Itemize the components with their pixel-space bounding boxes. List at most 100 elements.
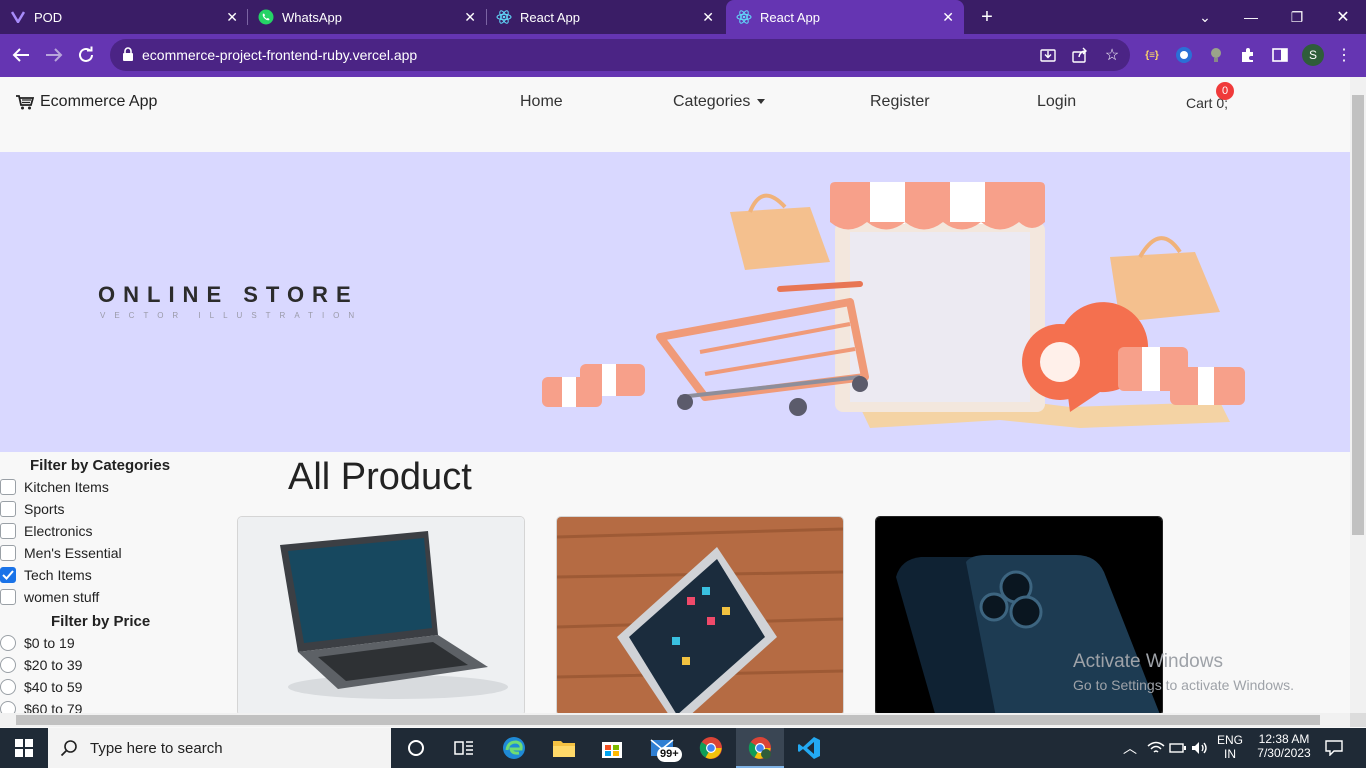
category-label: Electronics	[24, 523, 93, 539]
close-icon[interactable]: ✕	[226, 9, 238, 26]
radio-button[interactable]	[0, 701, 16, 713]
price-filter-0-19[interactable]: $0 to 19	[0, 633, 75, 653]
category-filter-kitchen[interactable]: Kitchen Items	[0, 477, 109, 497]
category-filter-sports[interactable]: Sports	[0, 499, 64, 519]
json-extension-icon[interactable]: {≡}	[1142, 45, 1162, 65]
tab-pod[interactable]: POD ✕	[10, 0, 248, 34]
products-heading: All Product	[288, 456, 472, 498]
vertical-scrollbar[interactable]	[1350, 77, 1366, 713]
file-explorer-icon[interactable]	[550, 734, 578, 762]
chrome-menu-icon[interactable]: ⋮	[1334, 45, 1354, 65]
horizontal-scrollbar[interactable]	[0, 713, 1350, 727]
browser-tab-bar: POD ✕ WhatsApp ✕ React App ✕ React App ✕…	[0, 0, 1366, 34]
edge-browser-icon[interactable]	[500, 734, 528, 762]
tab-whatsapp[interactable]: WhatsApp ✕	[258, 0, 486, 34]
brand-name: Ecommerce App	[40, 93, 158, 110]
category-filter-tech-items[interactable]: Tech Items	[0, 565, 92, 585]
checkmark-icon	[2, 570, 14, 580]
tab-title: React App	[760, 9, 820, 25]
volume-icon[interactable]	[1186, 734, 1214, 762]
restore-button[interactable]: ❐	[1274, 0, 1320, 34]
tab-title: WhatsApp	[282, 9, 342, 25]
nav-categories-dropdown[interactable]: Categories	[673, 93, 765, 111]
web-page: Ecommerce App Home Categories Register L…	[0, 77, 1350, 713]
nav-login-link[interactable]: Login	[1037, 93, 1076, 111]
side-panel-icon[interactable]	[1270, 45, 1290, 65]
windows-taskbar: Type here to search 99+ ︿ ENG IN 12:38 A…	[0, 728, 1366, 768]
reload-icon[interactable]	[75, 44, 97, 66]
bookmark-star-icon[interactable]: ☆	[1102, 45, 1122, 65]
puzzle-extensions-icon[interactable]	[1238, 45, 1258, 65]
nav-home-link[interactable]: Home	[520, 93, 563, 111]
category-label: Kitchen Items	[24, 479, 109, 495]
address-bar[interactable]: ecommerce-project-frontend-ruby.vercel.a…	[110, 39, 1130, 71]
hero-subtitle: VECTOR ILLUSTRATION	[100, 311, 364, 320]
activate-windows-title: Activate Windows	[1073, 651, 1223, 672]
tab-search-chevron-icon[interactable]: ⌄	[1182, 0, 1228, 34]
price-filter-60-79[interactable]: $60 to 79	[0, 699, 82, 713]
checkbox-checked[interactable]	[0, 567, 16, 583]
chevron-up-icon[interactable]: ︿	[1116, 734, 1144, 762]
extension-circle-icon[interactable]	[1174, 45, 1194, 65]
close-icon[interactable]: ✕	[464, 9, 476, 26]
clock[interactable]: 12:38 AM 7/30/2023	[1252, 732, 1316, 760]
notification-icon[interactable]	[1320, 734, 1348, 762]
profile-avatar[interactable]: S	[1302, 44, 1324, 66]
lock-icon	[122, 47, 134, 61]
radio-button[interactable]	[0, 635, 16, 651]
url-text: ecommerce-project-frontend-ruby.vercel.a…	[142, 47, 418, 63]
price-label: $20 to 39	[24, 657, 83, 673]
language-indicator[interactable]: ENG IN	[1214, 733, 1246, 761]
radio-button[interactable]	[0, 657, 16, 673]
checkbox[interactable]	[0, 545, 16, 561]
new-tab-button[interactable]: +	[964, 0, 1010, 34]
price-filter-20-39[interactable]: $20 to 39	[0, 655, 82, 675]
scrollbar-thumb[interactable]	[16, 715, 1320, 725]
react-icon	[736, 9, 752, 25]
tablet-image	[557, 517, 843, 713]
minimize-button[interactable]: —	[1228, 0, 1274, 34]
close-icon[interactable]: ✕	[942, 9, 954, 26]
share-icon[interactable]	[1070, 45, 1090, 65]
extension-bulb-icon[interactable]	[1206, 45, 1226, 65]
install-app-icon[interactable]	[1038, 45, 1058, 65]
nav-register-link[interactable]: Register	[870, 93, 930, 111]
close-icon[interactable]: ✕	[702, 9, 714, 26]
cortana-icon[interactable]	[402, 734, 430, 762]
chrome-profile-icon[interactable]	[746, 734, 774, 762]
price-filter-40-59[interactable]: $40 to 59	[0, 677, 82, 697]
laptop-image	[238, 517, 524, 713]
close-window-button[interactable]: ✕	[1320, 0, 1366, 34]
checkbox[interactable]	[0, 523, 16, 539]
store-illustration	[542, 182, 1245, 428]
scrollbar-thumb[interactable]	[1352, 95, 1364, 535]
product-card[interactable]	[556, 516, 844, 713]
caret-down-icon	[756, 99, 765, 105]
product-card[interactable]	[237, 516, 525, 713]
back-arrow-icon[interactable]	[10, 44, 32, 66]
category-filter-electronics[interactable]: Electronics	[0, 521, 92, 541]
chrome-icon[interactable]	[697, 734, 725, 762]
clock-time: 12:38 AM	[1258, 732, 1310, 746]
language-label: ENG	[1216, 733, 1243, 747]
checkbox[interactable]	[0, 479, 16, 495]
category-filter-mens-essential[interactable]: Men's Essential	[0, 543, 122, 563]
radio-button[interactable]	[0, 679, 16, 695]
forward-arrow-icon[interactable]	[43, 44, 65, 66]
checkbox[interactable]	[0, 589, 16, 605]
tab-react-app-active[interactable]: React App ✕	[726, 0, 964, 34]
category-filter-women-stuff[interactable]: women stuff	[0, 587, 99, 607]
taskbar-search-box[interactable]: Type here to search	[48, 728, 391, 768]
category-filter-heading: Filter by Categories	[30, 457, 171, 474]
windows-start-icon[interactable]	[10, 734, 38, 762]
search-icon	[60, 739, 78, 757]
brand-link[interactable]: Ecommerce App	[16, 93, 157, 111]
price-label: $60 to 79	[24, 701, 83, 713]
nav-categories-label: Categories	[673, 93, 751, 110]
category-label: Men's Essential	[24, 545, 122, 561]
tab-react-app[interactable]: React App ✕	[496, 0, 724, 34]
vscode-icon[interactable]	[795, 734, 823, 762]
checkbox[interactable]	[0, 501, 16, 517]
task-view-icon[interactable]	[450, 734, 478, 762]
microsoft-store-icon[interactable]	[598, 734, 626, 762]
